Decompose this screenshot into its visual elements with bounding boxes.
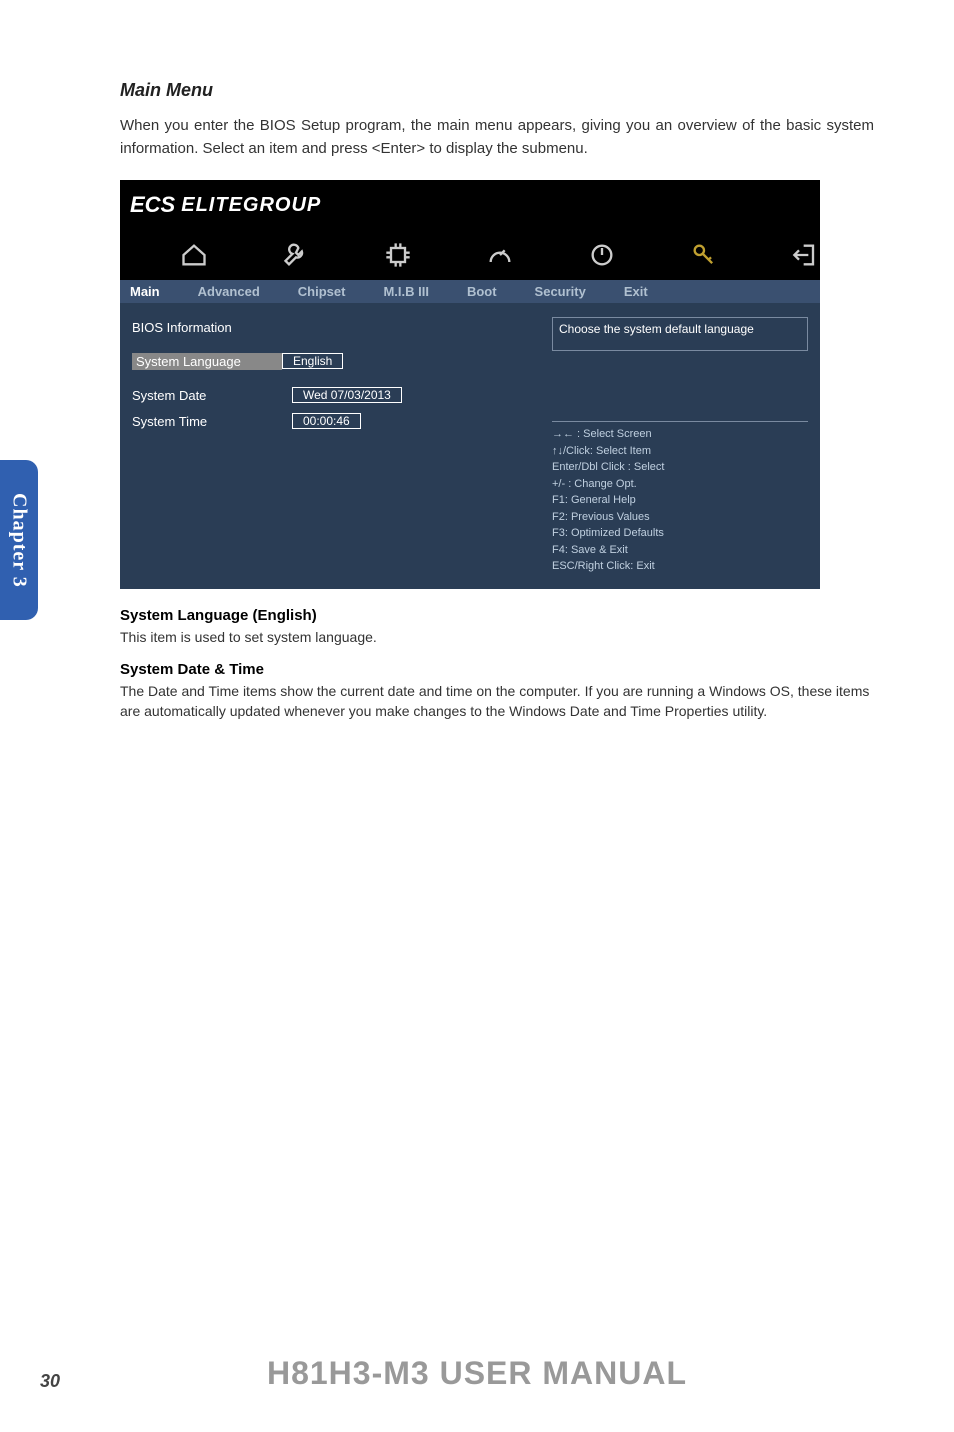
- system-time-row[interactable]: System Time 00:00:46: [132, 411, 528, 431]
- main-content: Main Menu When you enter the BIOS Setup …: [0, 0, 954, 721]
- help-line: ESC/Right Click: Exit: [552, 558, 808, 575]
- tab-mib[interactable]: M.I.B III: [383, 284, 429, 299]
- bios-info-row: BIOS Information: [132, 317, 528, 337]
- tab-boot[interactable]: Boot: [467, 284, 497, 299]
- bios-right-description: Choose the system default language: [552, 317, 808, 351]
- intro-text: When you enter the BIOS Setup program, t…: [120, 115, 874, 160]
- help-line: F2: Previous Values: [552, 509, 808, 526]
- system-time-label: System Time: [132, 414, 292, 429]
- wrench-icon: [282, 239, 310, 271]
- key-icon: [690, 239, 718, 271]
- tab-chipset[interactable]: Chipset: [298, 284, 346, 299]
- bios-help-panel: →← : Select Screen ↑↓/Click: Select Item…: [552, 421, 808, 575]
- bios-icons-row: [120, 230, 820, 280]
- bios-body: BIOS Information System Language English…: [120, 303, 820, 589]
- system-language-text: This item is used to set system language…: [120, 628, 874, 648]
- system-datetime-text: The Date and Time items show the current…: [120, 682, 874, 721]
- help-line: F3: Optimized Defaults: [552, 525, 808, 542]
- bios-header-row: ECS ELITEGROUP: [120, 180, 820, 230]
- help-line: F1: General Help: [552, 492, 808, 509]
- page-number: 30: [40, 1371, 60, 1392]
- chip-icon: [384, 239, 412, 271]
- tab-exit[interactable]: Exit: [624, 284, 648, 299]
- system-datetime-heading: System Date & Time: [120, 661, 874, 678]
- bios-brand: ELITEGROUP: [181, 194, 321, 217]
- tab-security[interactable]: Security: [535, 284, 586, 299]
- system-date-label: System Date: [132, 388, 292, 403]
- help-line: ↑↓/Click: Select Item: [552, 443, 808, 460]
- bios-tabs-row: Main Advanced Chipset M.I.B III Boot Sec…: [120, 280, 820, 303]
- bios-info-label: BIOS Information: [132, 320, 292, 335]
- tab-advanced[interactable]: Advanced: [198, 284, 260, 299]
- system-time-value: 00:00:46: [292, 413, 361, 429]
- gauge-icon: [486, 239, 514, 271]
- bios-right-panel: Choose the system default language →← : …: [540, 303, 820, 589]
- system-language-value: English: [282, 353, 343, 369]
- help-line: F4: Save & Exit: [552, 542, 808, 559]
- system-language-heading: System Language (English): [120, 607, 874, 624]
- bios-logo-prefix: ECS: [130, 192, 175, 218]
- footer: H81H3-M3 USER MANUAL: [0, 1355, 954, 1392]
- system-language-row[interactable]: System Language English: [132, 351, 528, 371]
- power-icon: [588, 239, 616, 271]
- exit-icon: [792, 239, 820, 271]
- home-icon: [180, 239, 208, 271]
- chapter-tab: Chapter 3: [0, 460, 38, 620]
- bios-left-panel: BIOS Information System Language English…: [120, 303, 540, 589]
- help-line: →← : Select Screen: [552, 426, 808, 443]
- help-line: +/- : Change Opt.: [552, 476, 808, 493]
- bios-screenshot: ECS ELITEGROUP Main Advanced Chipset M.I…: [120, 180, 820, 589]
- help-line: Enter/Dbl Click : Select: [552, 459, 808, 476]
- section-title: Main Menu: [120, 80, 874, 101]
- system-language-label: System Language: [132, 353, 282, 370]
- system-date-value: Wed 07/03/2013: [292, 387, 402, 403]
- tab-main[interactable]: Main: [130, 284, 160, 299]
- footer-title: H81H3-M3 USER MANUAL: [267, 1355, 687, 1391]
- system-date-row[interactable]: System Date Wed 07/03/2013: [132, 385, 528, 405]
